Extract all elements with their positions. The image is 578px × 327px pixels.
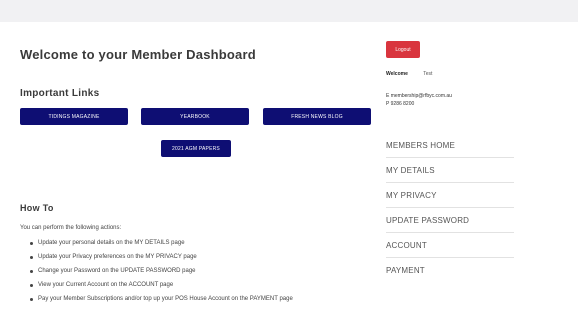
list-item: View your Current Account on the ACCOUNT… bbox=[30, 280, 370, 291]
welcome-name: Test bbox=[423, 71, 433, 77]
how-to-heading: How To bbox=[20, 203, 54, 213]
tidings-magazine-button[interactable]: TIDINGS MAGAZINE bbox=[20, 108, 128, 125]
how-to-intro: You can perform the following actions: bbox=[20, 225, 122, 231]
welcome-label: Welcome bbox=[386, 71, 408, 77]
agm-papers-button[interactable]: 2021 AGM PAPERS bbox=[161, 140, 231, 157]
sidebar-item-my-privacy[interactable]: MY PRIVACY bbox=[386, 183, 514, 208]
contact-info: E membership@rfbyc.com.au P 9286 8200 bbox=[386, 92, 452, 108]
list-item: Pay your Member Subscriptions and/or top… bbox=[30, 294, 370, 305]
welcome-row: Welcome Test bbox=[386, 71, 432, 77]
page-title: Welcome to your Member Dashboard bbox=[20, 47, 256, 62]
sidebar-item-update-password[interactable]: UPDATE PASSWORD bbox=[386, 208, 514, 233]
yearbook-button[interactable]: YEARBOOK bbox=[141, 108, 249, 125]
sidebar-menu: MEMBERS HOME MY DETAILS MY PRIVACY UPDAT… bbox=[386, 133, 514, 283]
sidebar: Logout Welcome Test E membership@rfbyc.c… bbox=[386, 0, 558, 327]
list-item: Update your personal details on the MY D… bbox=[30, 238, 370, 249]
list-item: Update your Privacy preferences on the M… bbox=[30, 252, 370, 263]
contact-phone: P 9286 8200 bbox=[386, 101, 415, 107]
sidebar-item-payment[interactable]: PAYMENT bbox=[386, 258, 514, 283]
how-to-list: Update your personal details on the MY D… bbox=[30, 238, 370, 308]
list-item: Change your Password on the UPDATE PASSW… bbox=[30, 266, 370, 277]
sidebar-item-account[interactable]: ACCOUNT bbox=[386, 233, 514, 258]
logout-button[interactable]: Logout bbox=[386, 41, 420, 58]
fresh-news-blog-button[interactable]: FRESH NEWS BLOG bbox=[263, 108, 371, 125]
sidebar-item-members-home[interactable]: MEMBERS HOME bbox=[386, 133, 514, 158]
important-links-heading: Important Links bbox=[20, 88, 100, 99]
main-content: Welcome to your Member Dashboard Importa… bbox=[20, 0, 371, 327]
contact-email[interactable]: E membership@rfbyc.com.au bbox=[386, 92, 452, 100]
sidebar-item-my-details[interactable]: MY DETAILS bbox=[386, 158, 514, 183]
